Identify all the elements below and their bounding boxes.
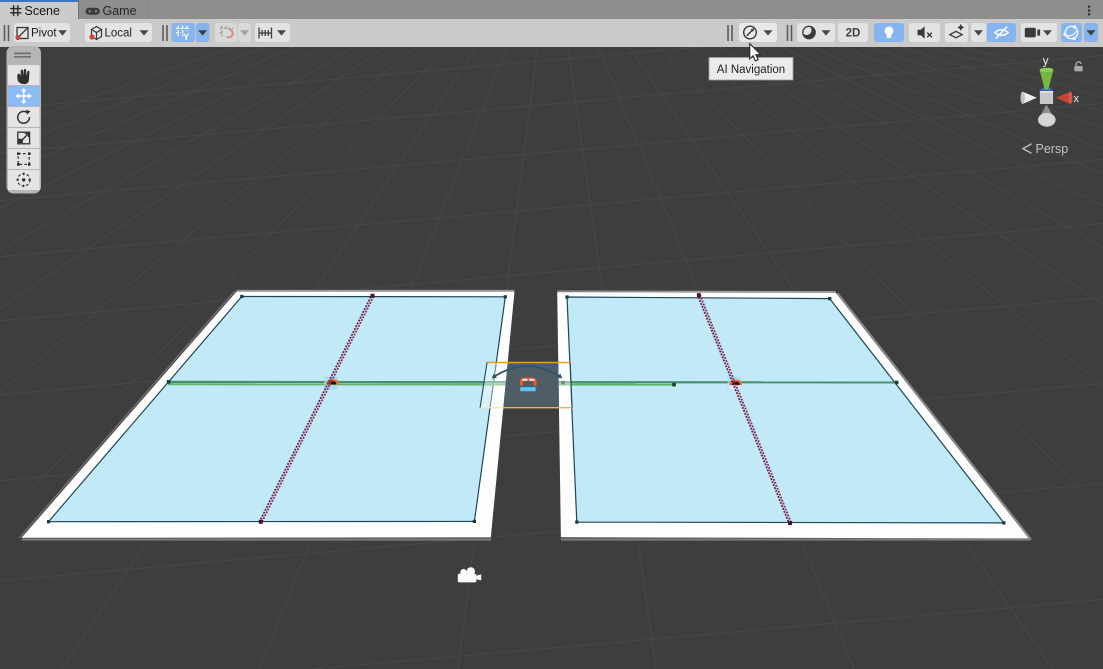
- svg-text:Y: Y: [183, 32, 190, 43]
- svg-text:Game: Game: [103, 4, 137, 18]
- svg-text:2D: 2D: [846, 28, 861, 40]
- svg-text:Scene: Scene: [25, 4, 60, 18]
- svg-text:Local: Local: [105, 28, 133, 40]
- svg-text:x: x: [1074, 93, 1080, 105]
- svg-text:y: y: [1043, 56, 1049, 68]
- svg-text:AI Navigation: AI Navigation: [717, 64, 785, 76]
- svg-text:Pivot: Pivot: [31, 28, 57, 40]
- svg-text:Persp: Persp: [1036, 142, 1069, 156]
